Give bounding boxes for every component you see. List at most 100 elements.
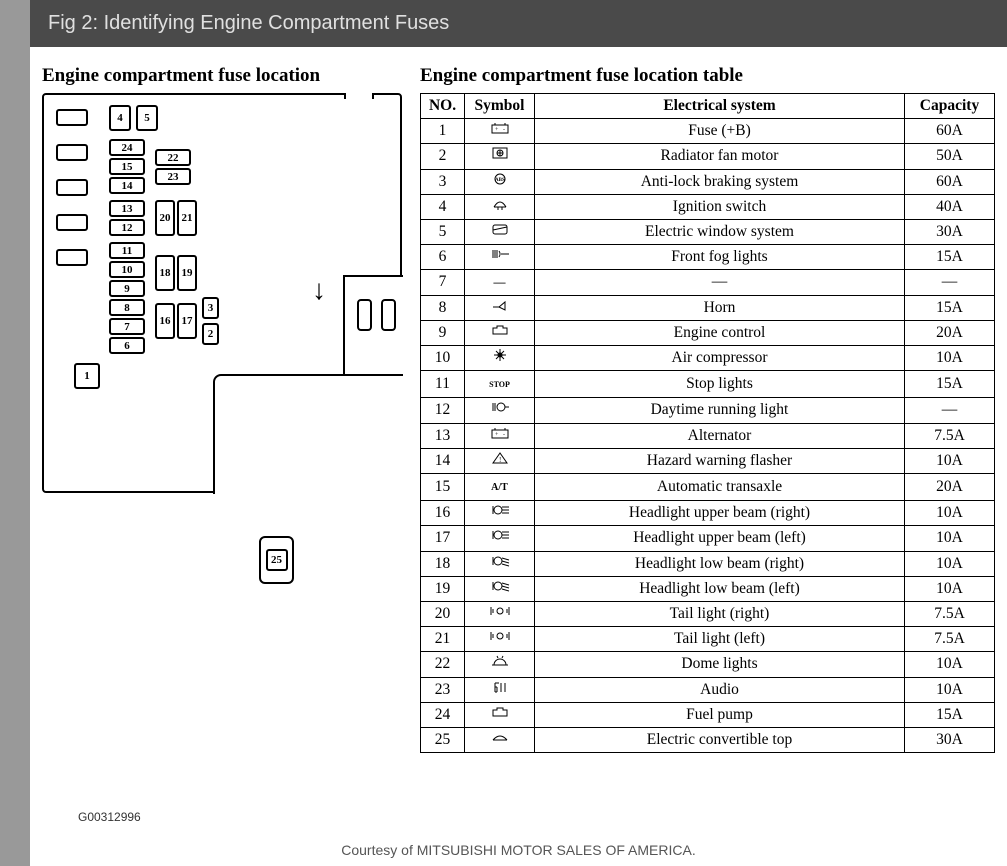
cell-no: 25 — [421, 728, 465, 753]
cell-system: — — [535, 270, 905, 295]
fuse-13: 13 — [109, 200, 145, 217]
table-row: 21 Tail light (left)7.5A — [421, 627, 995, 652]
cell-system: Hazard warning flasher — [535, 448, 905, 473]
cell-symbol: ! — [465, 448, 535, 473]
fan-icon — [489, 144, 511, 168]
cell-no: 20 — [421, 602, 465, 627]
fuse-23: 23 — [155, 168, 191, 185]
cell-symbol: +- — [465, 119, 535, 144]
cell-no: 6 — [421, 245, 465, 270]
drl-icon — [489, 398, 511, 422]
table-row: 9Engine control20A — [421, 320, 995, 345]
cell-symbol — [465, 677, 535, 702]
fuse-7: 7 — [109, 318, 145, 335]
fuse-table: NO. Symbol Electrical system Capacity 1+… — [420, 93, 995, 753]
cell-system: Headlight low beam (right) — [535, 551, 905, 576]
cell-capacity: 40A — [905, 194, 995, 219]
cell-no: 19 — [421, 576, 465, 601]
cell-capacity: 10A — [905, 526, 995, 551]
fuse-12: 12 — [109, 219, 145, 236]
cell-capacity: 10A — [905, 501, 995, 526]
cell-capacity: 7.5A — [905, 602, 995, 627]
cell-system: Automatic transaxle — [535, 474, 905, 501]
fuse-8: 8 — [109, 299, 145, 316]
beam-icon — [489, 526, 511, 550]
fuse-24: 24 — [109, 139, 145, 156]
cell-no: 5 — [421, 220, 465, 245]
left-heading: Engine compartment fuse location — [42, 65, 402, 87]
tail-icon — [489, 627, 511, 651]
col-system: Electrical system — [535, 94, 905, 119]
cell-capacity: 15A — [905, 295, 995, 320]
fuse-slot — [56, 109, 88, 126]
cell-symbol — [465, 702, 535, 727]
table-row: 1+-Fuse (+B)60A — [421, 119, 995, 144]
abs-icon: ABS — [489, 170, 511, 194]
eng-icon — [489, 703, 511, 727]
fuse-6: 6 — [109, 337, 145, 354]
cell-system: Headlight low beam (left) — [535, 576, 905, 601]
cell-capacity: 30A — [905, 728, 995, 753]
cell-symbol — [465, 652, 535, 677]
cell-symbol — [465, 551, 535, 576]
table-row: 16Headlight upper beam (right)10A — [421, 501, 995, 526]
cell-capacity: 7.5A — [905, 627, 995, 652]
cell-system: Fuse (+B) — [535, 119, 905, 144]
table-row: 20Tail light (right)7.5A — [421, 602, 995, 627]
fuse-18: 18 — [155, 255, 175, 291]
cell-capacity: 50A — [905, 144, 995, 169]
cell-no: 17 — [421, 526, 465, 551]
stop-icon: STOP — [489, 371, 510, 397]
cell-no: 11 — [421, 371, 465, 398]
cell-system: Ignition switch — [535, 194, 905, 219]
beam-icon — [489, 501, 511, 525]
cell-capacity: 10A — [905, 448, 995, 473]
cell-system: Anti-lock braking system — [535, 169, 905, 194]
fuse-25: 25 — [266, 549, 288, 571]
cell-system: Horn — [535, 295, 905, 320]
cell-no: 10 — [421, 346, 465, 371]
cell-no: 8 — [421, 295, 465, 320]
cell-symbol — [465, 526, 535, 551]
table-row: 2Radiator fan motor50A — [421, 144, 995, 169]
svg-text:-: - — [503, 432, 505, 438]
page-title: Fig 2: Identifying Engine Compartment Fu… — [30, 0, 1007, 47]
haz-icon: ! — [489, 449, 511, 473]
at-icon: A/T — [491, 474, 508, 500]
table-row: 3ABSAnti-lock braking system60A — [421, 169, 995, 194]
conv-icon — [489, 728, 511, 752]
cell-capacity: — — [905, 398, 995, 423]
cell-symbol — [465, 602, 535, 627]
fuse-16: 16 — [155, 303, 175, 339]
fuse-3: 3 — [202, 297, 219, 319]
cell-symbol — [465, 144, 535, 169]
ac-icon — [489, 346, 511, 370]
cell-system: Tail light (left) — [535, 627, 905, 652]
fuse-slot — [56, 144, 88, 161]
cell-system: Electric convertible top — [535, 728, 905, 753]
fuse-9: 9 — [109, 280, 145, 297]
win-icon — [489, 220, 511, 244]
fuse-25-box: 25 — [259, 536, 294, 584]
table-row: 15A/TAutomatic transaxle20A — [421, 474, 995, 501]
svg-text:!: ! — [499, 456, 501, 464]
cell-symbol: +- — [465, 423, 535, 448]
fuse-4: 4 — [109, 105, 131, 131]
bat-icon: +- — [489, 424, 511, 448]
table-row: 17Headlight upper beam (left)10A — [421, 526, 995, 551]
table-row: 14!Hazard warning flasher10A — [421, 448, 995, 473]
cell-capacity: 10A — [905, 551, 995, 576]
ign-icon — [489, 195, 511, 219]
cell-symbol — [465, 728, 535, 753]
fuse-17: 17 — [177, 303, 197, 339]
cell-no: 12 — [421, 398, 465, 423]
cell-symbol — [465, 627, 535, 652]
cell-capacity: 7.5A — [905, 423, 995, 448]
cell-system: Electric window system — [535, 220, 905, 245]
dash-icon: — — [494, 270, 506, 294]
lbeam-icon — [489, 577, 511, 601]
cell-symbol — [465, 398, 535, 423]
cell-capacity: 15A — [905, 371, 995, 398]
cell-no: 21 — [421, 627, 465, 652]
cell-capacity: 30A — [905, 220, 995, 245]
